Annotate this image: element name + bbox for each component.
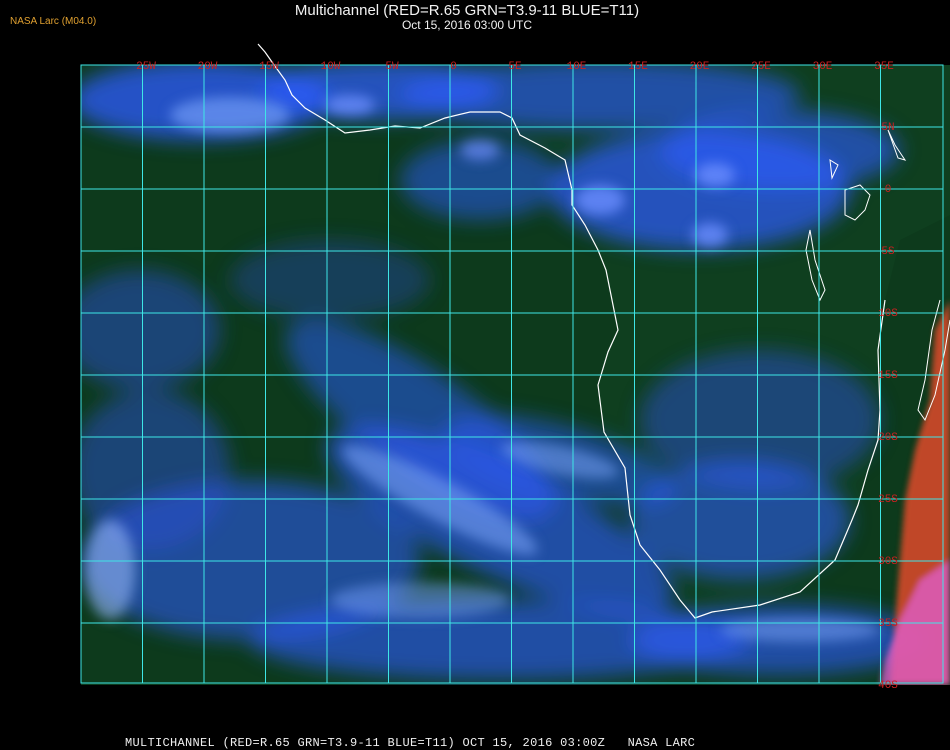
lon-label: 5E	[508, 61, 522, 73]
lon-label: 25W	[136, 61, 156, 73]
satellite-map: 25W 20W 15W 10W 5W 0 5E 10E 15E 20E 25E 30E 35E 5N 0 5…	[80, 42, 950, 727]
lon-label: 15W	[259, 61, 279, 73]
lat-label: 0	[885, 184, 892, 196]
imagery-layer	[81, 65, 950, 685]
lon-label: 15E	[628, 61, 648, 73]
lon-label: 20E	[690, 61, 710, 73]
lat-label: 35S	[878, 618, 898, 630]
lon-label: 35E	[874, 61, 894, 73]
lon-label: 30E	[813, 61, 833, 73]
lat-label: 15S	[878, 370, 898, 382]
lat-label: 5S	[881, 246, 895, 258]
lat-label: 40S	[878, 680, 898, 692]
lon-label: 10W	[321, 61, 341, 73]
lat-label: 20S	[878, 432, 898, 444]
lon-label: 10E	[567, 61, 587, 73]
lon-label: 20W	[198, 61, 218, 73]
lon-label: 5W	[385, 61, 399, 73]
lat-label: 5N	[881, 122, 894, 134]
lon-label: 0	[450, 61, 457, 73]
lat-label: 10S	[878, 308, 898, 320]
footer-caption: MULTICHANNEL (RED=R.65 GRN=T3.9-11 BLUE=…	[125, 736, 696, 750]
lon-label: 25E	[751, 61, 771, 73]
lat-label: 30S	[878, 556, 898, 568]
lat-label: 25S	[878, 494, 898, 506]
